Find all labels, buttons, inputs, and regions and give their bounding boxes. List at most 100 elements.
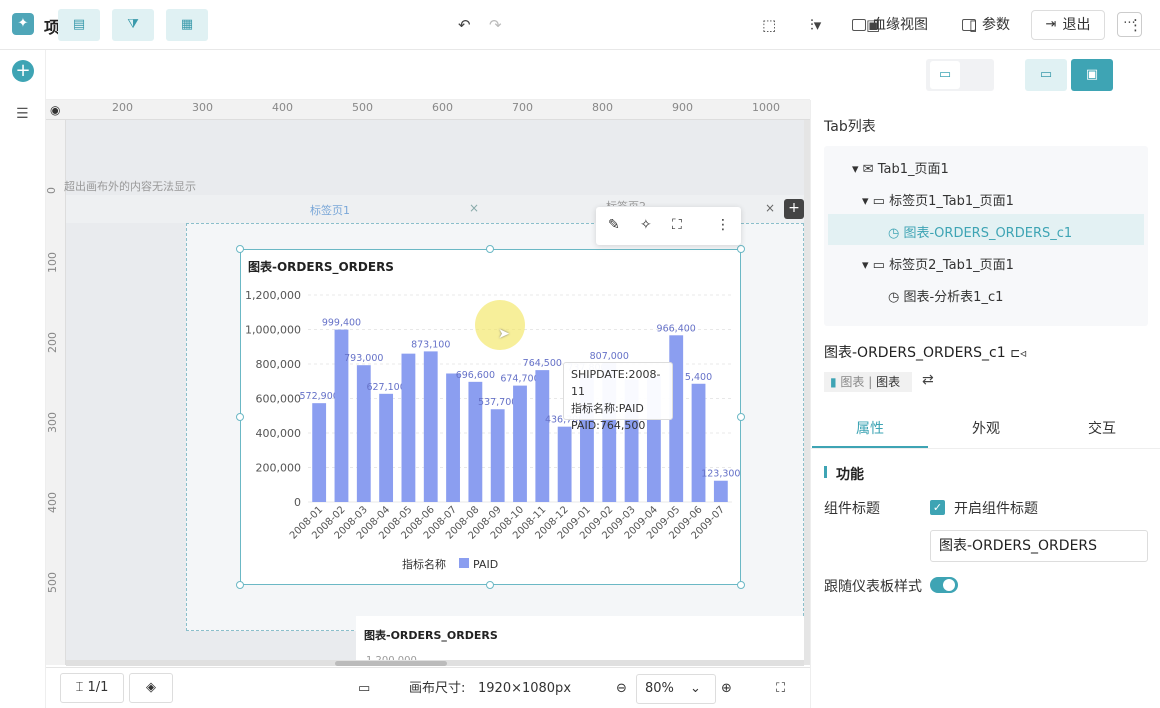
lineage-view-button[interactable]: 血缘视图 <box>852 11 928 39</box>
tab-1[interactable]: 标签页1 <box>310 202 350 218</box>
redo-icon[interactable]: ↷ <box>489 16 502 34</box>
edit-icon[interactable]: ✎ <box>608 217 620 233</box>
ruler-h-tick: 800 <box>592 101 613 114</box>
canvas-size-value[interactable]: 1920×1080px <box>478 674 571 704</box>
title-label: 组件标题 <box>824 501 880 517</box>
params-label: 参数 <box>982 17 1010 33</box>
rename-icon[interactable]: ⊏◃ <box>1010 346 1026 360</box>
left-rail: + ☰ <box>0 50 46 708</box>
resize-handle[interactable] <box>486 245 494 253</box>
add-tab-button[interactable]: + <box>784 199 804 219</box>
widget-more-icon[interactable]: ⋮ <box>716 217 730 233</box>
insert-chart-button[interactable]: ▤ <box>58 9 100 41</box>
tree-item-label: 图表-分析表1_c1 <box>903 290 1004 305</box>
ruler-h-tick: 1000 <box>752 101 780 114</box>
tree-item-label: 标签页1_Tab1_页面1 <box>889 194 1014 209</box>
outline-icon[interactable]: ☰ <box>16 106 29 122</box>
bar <box>379 393 394 502</box>
toolbar <box>46 50 810 100</box>
fullscreen-icon[interactable]: ⛶ <box>672 217 682 233</box>
exit-icon: ⇥ <box>1045 17 1057 32</box>
preview-icon: ▭ <box>1039 67 1053 82</box>
resize-handle[interactable] <box>737 245 745 253</box>
exit-button[interactable]: ⇥ 退出 <box>1031 10 1105 40</box>
zoom-in-icon[interactable]: ⊕ <box>721 674 732 704</box>
align-dropdown-icon[interactable]: ⫶▾ <box>810 16 821 34</box>
desktop-view-icon[interactable]: ▭ <box>930 61 960 89</box>
save-button[interactable]: ▣ <box>1071 59 1113 91</box>
tree-item[interactable]: ▾ ✉ Tab1_页面1 <box>852 158 949 177</box>
eye-icon[interactable]: ◉ <box>50 103 60 117</box>
ruler-h-tick: 600 <box>432 101 453 114</box>
data-label: 5,400 <box>685 372 712 383</box>
undo-icon[interactable]: ↶ <box>458 16 471 34</box>
legend-swatch <box>459 558 469 568</box>
cursor-highlight <box>475 300 525 350</box>
tree-item-selected[interactable]: ◷ 图表-ORDERS_ORDERS_c1 <box>888 222 1072 241</box>
chart-title: 图表-ORDERS_ORDERS <box>248 260 394 274</box>
layout-icon[interactable]: ▣ <box>866 16 880 34</box>
page-button[interactable]: ⌶ 1/1 <box>60 673 124 703</box>
lineage-label: 血缘视图 <box>872 17 928 33</box>
data-label: 537,700 <box>478 397 517 408</box>
horizontal-scroll-thumb[interactable] <box>335 661 447 666</box>
tab-2-close-icon[interactable]: × <box>765 201 775 215</box>
y-tick-label: 600,000 <box>256 393 302 406</box>
add-component-button[interactable]: + <box>12 60 34 82</box>
toolbar-more-icon[interactable]: ⋮ <box>1128 16 1143 34</box>
preview-button[interactable]: ▭ <box>1025 59 1067 91</box>
resize-handle[interactable] <box>236 581 244 589</box>
horizontal-ruler: ◉ 200 300 400 500 600 700 800 900 1000 <box>46 100 810 120</box>
y-tick-label: 0 <box>294 496 301 509</box>
component-type-badge: ▮ 图表 | 图表 <box>824 372 912 392</box>
toggle-knob <box>943 579 955 591</box>
ruler-h-tick: 700 <box>512 101 533 114</box>
filter-icon: ⧩ <box>127 17 139 32</box>
mobile-view-icon[interactable]: ▯ <box>969 16 977 34</box>
vertical-ruler: 0 100 200 300 400 500 <box>46 120 66 665</box>
zoom-out-icon[interactable]: ⊖ <box>616 674 627 704</box>
component-name-text: 图表-ORDERS_ORDERS_c1 <box>824 345 1006 361</box>
magic-icon[interactable]: ✧ <box>640 217 652 233</box>
ruler-v-tick: 100 <box>46 252 59 273</box>
tab-appearance[interactable]: 外观 <box>972 418 1000 438</box>
title-checkbox-label[interactable]: 开启组件标题 <box>954 498 1038 518</box>
tab-interaction[interactable]: 交互 <box>1088 418 1116 438</box>
ruler-h-tick: 400 <box>272 101 293 114</box>
insert-component-button[interactable]: ▦ <box>166 9 208 41</box>
y-tick-label: 400,000 <box>256 427 302 440</box>
tree-item[interactable]: ▾ ▭ 标签页2_Tab1_页面1 <box>862 254 1014 273</box>
data-label: 999,400 <box>322 318 361 329</box>
tab-properties[interactable]: 属性 <box>856 418 884 438</box>
y-tick-label: 200,000 <box>256 462 302 475</box>
keyboard-icon[interactable]: ▭ <box>358 674 370 704</box>
title-checkbox[interactable]: ✓ <box>930 500 945 515</box>
title-input[interactable]: 图表-ORDERS_ORDERS <box>930 530 1148 562</box>
chevron-down-icon: ⌄ <box>690 681 701 696</box>
bar <box>535 370 550 502</box>
switch-icon[interactable]: ⇄ <box>922 372 934 388</box>
resize-handle[interactable] <box>737 581 745 589</box>
active-tab-indicator <box>812 446 928 448</box>
tree-item-label: 标签页2_Tab1_页面1 <box>889 258 1014 273</box>
resize-handle[interactable] <box>236 245 244 253</box>
insert-chart-icon: ▤ <box>72 17 86 32</box>
data-label: 674,700 <box>500 374 539 385</box>
legend-series-name: PAID <box>473 558 498 571</box>
layers-button[interactable]: ◈ <box>129 673 173 703</box>
data-label: 793,000 <box>344 353 383 364</box>
tab-2[interactable]: 标签页2 <box>606 198 646 206</box>
ruler-v-tick: 300 <box>46 412 59 433</box>
tree-item[interactable]: ◷ 图表-分析表1_c1 <box>888 286 1003 305</box>
fit-screen-icon[interactable]: ⛶ <box>776 674 785 704</box>
y-tick-label: 1,000,000 <box>245 324 301 337</box>
select-tool-icon[interactable]: ⬚ <box>762 16 776 34</box>
resize-handle[interactable] <box>486 581 494 589</box>
save-icon: ▣ <box>1085 67 1099 82</box>
tab-1-close-icon[interactable]: × <box>469 201 479 215</box>
exit-label: 退出 <box>1062 17 1091 33</box>
ruler-v-tick: 500 <box>46 572 59 593</box>
insert-filter-button[interactable]: ⧩ <box>112 9 154 41</box>
tree-item[interactable]: ▾ ▭ 标签页1_Tab1_页面1 <box>862 190 1014 209</box>
tooltip-line: SHIPDATE:2008-11 <box>571 368 661 398</box>
